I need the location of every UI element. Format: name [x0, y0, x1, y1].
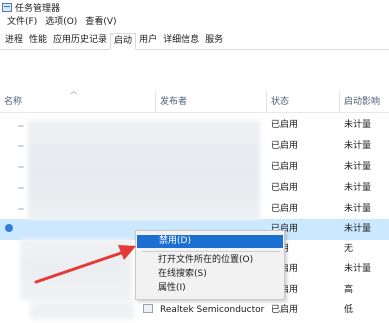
redacted-content [20, 238, 132, 300]
row-impact: 未计量 [344, 120, 372, 130]
menu-file[interactable]: 文件(F) [3, 15, 41, 30]
tab-details[interactable]: 详细信息 [160, 33, 202, 49]
column-header-status[interactable]: 状态 [271, 92, 289, 112]
tab-bar: 进程 性能 应用历史记录 启动 用户 详细信息 服务 [0, 33, 389, 50]
row-dot [18, 187, 24, 189]
row-status: 已启用 [271, 120, 299, 130]
tab-startup[interactable]: 启动 [110, 33, 137, 50]
row-publisher: Realtek Semiconductor [160, 305, 265, 315]
sort-caret-icon: ︿ [70, 87, 77, 95]
menu-item-search-online[interactable]: 在线搜索(S) [136, 268, 284, 281]
redacted-content [28, 120, 260, 220]
tab-app-history[interactable]: 应用历史记录 [50, 33, 110, 49]
column-divider[interactable] [266, 91, 267, 113]
tab-services[interactable]: 服务 [202, 33, 226, 49]
row-impact: 无 [344, 244, 354, 254]
row-dot [18, 208, 24, 210]
row-impact: 未计量 [344, 183, 372, 193]
redacted-content [30, 300, 134, 320]
column-divider[interactable] [155, 91, 156, 113]
row-impact: 未计量 [344, 162, 372, 172]
row-impact: 低 [344, 305, 354, 315]
menu-item-properties[interactable]: 属性(I) [136, 282, 284, 295]
row-impact: 高 [344, 285, 354, 295]
row-dot [18, 145, 24, 147]
row-status: 已启用 [271, 204, 299, 214]
menu-view[interactable]: 查看(V) [81, 15, 120, 30]
row-impact: 未计量 [344, 264, 372, 274]
row-status: 已启用 [271, 305, 299, 315]
app-icon [5, 224, 13, 232]
menu-bar: 文件(F) 选项(O) 查看(V) [0, 15, 121, 30]
menu-options[interactable]: 选项(O) [41, 15, 81, 30]
context-menu: 禁用(D) 打开文件所在的位置(O) 在线搜索(S) 属性(I) [135, 230, 285, 300]
tab-performance[interactable]: 性能 [26, 33, 50, 49]
row-impact: 未计量 [344, 141, 372, 151]
menu-item-disable[interactable]: 禁用(D) [137, 235, 283, 248]
column-header-impact[interactable]: 启动影响 [344, 92, 380, 112]
row-dot [18, 166, 24, 168]
window-title: 任务管理器 [15, 3, 61, 14]
column-header-name[interactable]: 名称 [4, 92, 22, 112]
tab-users[interactable]: 用户 [136, 33, 160, 49]
row-impact: 未计量 [344, 204, 372, 214]
row-impact: 未计量 [344, 224, 372, 234]
header-divider [0, 112, 389, 113]
title-bar: 任务管理器 [0, 0, 389, 14]
menu-separator [142, 251, 280, 252]
menu-item-open-file-location[interactable]: 打开文件所在的位置(O) [136, 254, 284, 267]
row-dot [18, 125, 24, 127]
row-status: 已启用 [271, 141, 299, 151]
column-header-publisher[interactable]: 发布者 [160, 92, 187, 112]
row-status: 已启用 [271, 162, 299, 172]
tab-processes[interactable]: 进程 [2, 33, 26, 49]
row-status: 已启用 [271, 183, 299, 193]
task-manager-icon [2, 2, 12, 12]
realtek-app-icon [143, 304, 153, 313]
column-divider[interactable] [339, 91, 340, 113]
